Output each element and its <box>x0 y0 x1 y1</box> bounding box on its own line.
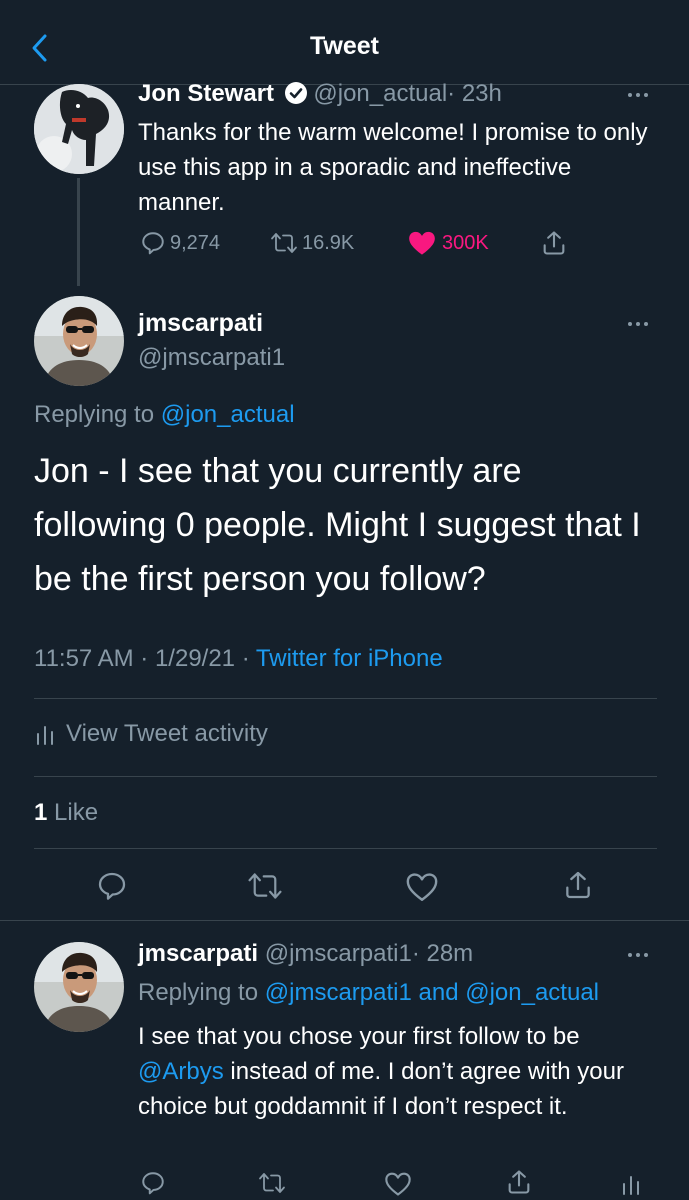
reply-button[interactable] <box>96 870 128 902</box>
share-icon <box>543 231 565 255</box>
tweet-timestamp: 11:57 AM · 1/29/21 · <box>34 645 256 672</box>
page-title: Tweet <box>310 32 379 60</box>
like-count: 1 <box>34 799 48 826</box>
replying-to-line: Replying to @jon_actual <box>34 401 295 428</box>
share-icon <box>566 871 590 899</box>
analytics-icon <box>623 1176 639 1195</box>
retweet-icon <box>248 873 282 899</box>
mention-link[interactable]: @jon_actual <box>161 401 295 428</box>
mention-link[interactable]: @Arbys <box>138 1058 224 1085</box>
analytics-icon <box>37 726 53 745</box>
share-action[interactable] <box>540 229 568 257</box>
author-handle[interactable]: @jon_actual <box>313 80 447 107</box>
heart-outline-icon <box>385 1172 411 1196</box>
dog-avatar-image <box>34 84 124 174</box>
more-options-icon[interactable] <box>628 322 648 326</box>
divider <box>34 776 657 777</box>
divider <box>34 848 657 849</box>
reply-tweet-header: jmscarpati @jmscarpati1· 28m <box>138 940 473 968</box>
like-action[interactable] <box>384 1171 412 1197</box>
reply-tweet-text: I see that you chose your first follow t… <box>138 1023 624 1120</box>
like-action[interactable]: 300K <box>408 230 489 256</box>
person-avatar-image <box>34 942 124 1032</box>
like-button[interactable] <box>405 871 439 903</box>
heart-outline-icon <box>406 873 438 901</box>
main-author-name[interactable]: jmscarpati <box>138 309 263 338</box>
tweet-time: · 23h <box>447 80 502 107</box>
more-options-icon[interactable] <box>628 953 648 957</box>
share-action[interactable] <box>505 1168 533 1196</box>
parent-tweet-text: Thanks for the warm welcome! I promise t… <box>138 119 648 216</box>
reply-author-handle[interactable]: @jmscarpati1 <box>265 940 412 967</box>
main-author-handle[interactable]: @jmscarpati1 <box>138 344 285 372</box>
reply-icon <box>142 1172 164 1195</box>
heart-filled-icon <box>409 231 435 255</box>
avatar-jon-stewart[interactable] <box>34 84 124 174</box>
likes-summary[interactable]: 1 Like <box>34 799 98 827</box>
mention-link[interactable]: @jon_actual <box>465 979 599 1006</box>
retweet-icon <box>271 233 297 253</box>
divider <box>0 920 689 921</box>
thread-line <box>77 178 80 286</box>
avatar-jmscarpati[interactable] <box>34 942 124 1032</box>
view-tweet-activity[interactable]: View Tweet activity <box>34 720 268 748</box>
retweet-action[interactable] <box>258 1170 286 1196</box>
tweet-timestamp-line: 11:57 AM · 1/29/21 · Twitter for iPhone <box>34 645 443 673</box>
reply-replying-to-line: Replying to @jmscarpati1 and @jon_actual <box>138 979 599 1006</box>
retweet-button[interactable] <box>247 870 283 902</box>
verified-badge-icon <box>284 82 307 104</box>
reply-action[interactable]: 9,274 <box>140 230 220 256</box>
more-options-icon[interactable] <box>628 93 648 97</box>
divider <box>34 698 657 699</box>
author-name[interactable]: Jon Stewart <box>138 80 274 107</box>
tweet-source-link[interactable]: Twitter for iPhone <box>256 645 443 672</box>
retweet-count: 16.9K <box>302 231 355 254</box>
reply-time: · 28m <box>411 940 474 967</box>
main-tweet-text: Jon - I see that you currently are follo… <box>34 452 641 598</box>
mention-link[interactable]: @jmscarpati1 <box>265 979 412 1006</box>
like-count: 300K <box>442 231 489 254</box>
reply-icon <box>98 872 126 900</box>
reply-icon <box>142 232 164 255</box>
reply-author-name[interactable]: jmscarpati <box>138 940 258 967</box>
analytics-action[interactable] <box>620 1170 642 1198</box>
avatar-jmscarpati[interactable] <box>34 296 124 386</box>
retweet-icon <box>259 1173 285 1193</box>
share-icon <box>508 1170 530 1194</box>
parent-tweet-header: Jon Stewart @jon_actual· 23h <box>138 80 502 108</box>
retweet-action[interactable]: 16.9K <box>270 230 354 256</box>
reply-action[interactable] <box>140 1170 166 1196</box>
reply-count: 9,274 <box>170 231 221 254</box>
person-avatar-image <box>34 296 124 386</box>
share-button[interactable] <box>562 868 594 902</box>
